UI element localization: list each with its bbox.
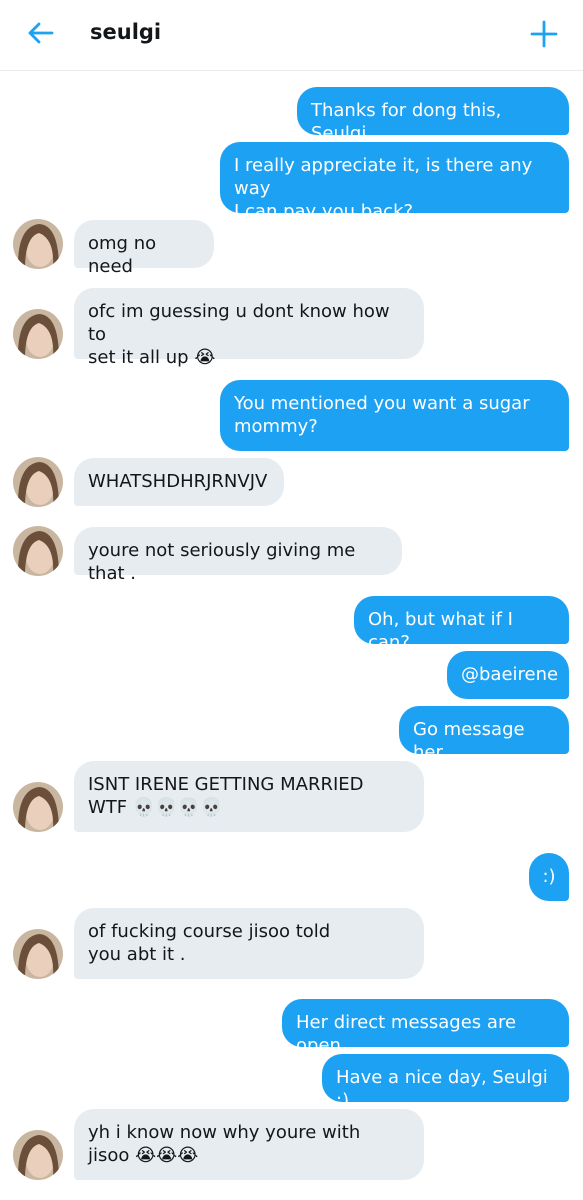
message-bubble[interactable]: Her direct messages are open. <box>282 999 569 1056</box>
conversation-title: seulgi <box>90 20 162 44</box>
message-bubble[interactable]: yh i know now why youre with jisoo 😭😭😭 <box>74 1109 424 1180</box>
avatar[interactable] <box>13 309 63 359</box>
message-bubble[interactable]: of fucking course jisoo told you abt it … <box>74 908 424 979</box>
message-bubble[interactable]: WHATSHDHRJRNVJV <box>74 458 284 506</box>
avatar[interactable] <box>13 526 63 576</box>
arrow-left-icon[interactable] <box>26 21 54 45</box>
message-bubble[interactable]: ofc im guessing u dont know how to set i… <box>74 288 424 368</box>
message-bubble[interactable]: You mentioned you want a sugar mommy? <box>220 380 569 451</box>
message-bubble[interactable]: Thanks for dong this, Seulgi. <box>297 87 569 144</box>
avatar[interactable] <box>13 782 63 832</box>
message-bubble[interactable]: :) <box>529 853 569 901</box>
plus-icon[interactable] <box>530 20 558 48</box>
message-bubble[interactable]: I really appreciate it, is there any way… <box>220 142 569 222</box>
avatar[interactable] <box>13 457 63 507</box>
message-bubble[interactable]: omg no need <box>74 220 214 277</box>
conversation-header: seulgi <box>0 0 583 71</box>
message-bubble[interactable]: ISNT IRENE GETTING MARRIED WTF 💀💀💀💀 <box>74 761 424 832</box>
avatar[interactable] <box>13 929 63 979</box>
message-bubble[interactable]: @baeirene <box>447 651 569 699</box>
avatar[interactable] <box>13 1130 63 1180</box>
message-bubble[interactable]: youre not seriously giving me that . <box>74 527 402 584</box>
message-bubble[interactable]: Oh, but what if I can? <box>354 596 569 653</box>
avatar[interactable] <box>13 219 63 269</box>
message-bubble[interactable]: Have a nice day, Seulgi :) <box>322 1054 569 1111</box>
message-bubble[interactable]: Go message her. <box>399 706 569 763</box>
